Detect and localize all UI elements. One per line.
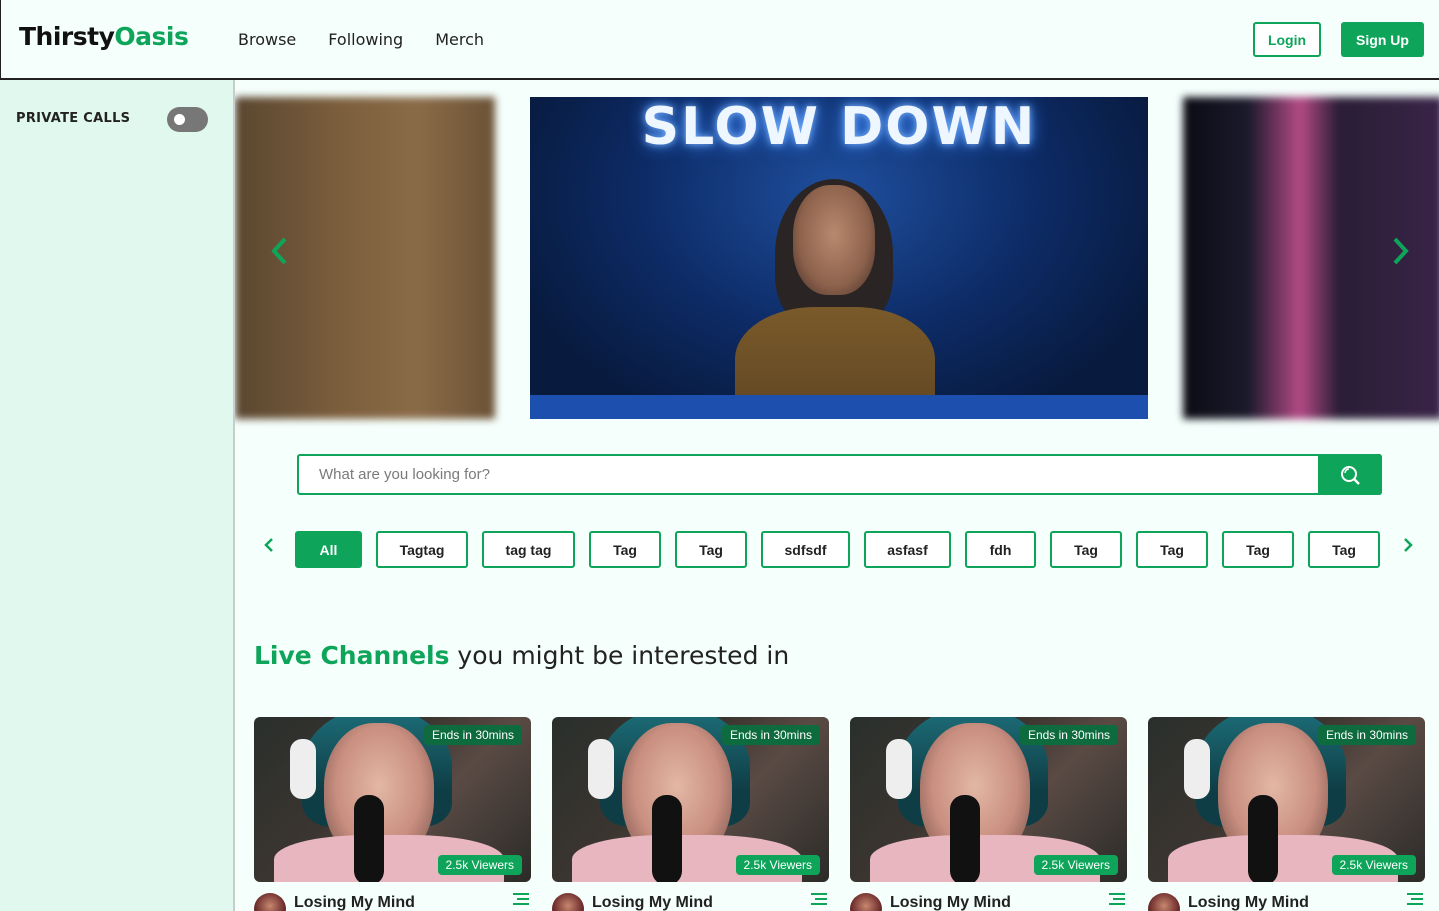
channel-title[interactable]: Losing My Mind (890, 894, 1011, 911)
viewers-badge: 2.5k Viewers (437, 855, 522, 875)
logo[interactable]: ThirstyOasis (19, 22, 189, 51)
search-input[interactable] (299, 456, 1319, 493)
viewers-badge: 2.5k Viewers (1033, 855, 1118, 875)
logo-part1: Thirsty (19, 22, 115, 51)
search-button[interactable] (1318, 454, 1382, 495)
channel-card[interactable]: Ends in 30mins 2.5k Viewers Losing My Mi… (552, 717, 829, 911)
logo-part2: Oasis (114, 22, 189, 51)
tag-item[interactable]: tag tag (482, 531, 575, 568)
tag-item[interactable]: asfasf (864, 531, 951, 568)
channel-title[interactable]: Losing My Mind (1188, 894, 1309, 911)
tag-item[interactable]: sdfsdf (761, 531, 850, 568)
tag-item[interactable]: fdh (965, 531, 1036, 568)
menu-icon[interactable] (1109, 892, 1125, 906)
thumb-headphone (588, 739, 614, 799)
section-title-rest: you might be interested in (449, 641, 790, 670)
nav-following[interactable]: Following (328, 30, 403, 49)
channel-thumbnail[interactable]: Ends in 30mins 2.5k Viewers (552, 717, 829, 882)
thumb-headphone (886, 739, 912, 799)
tag-item[interactable]: Tagtag (376, 531, 468, 568)
carousel-slide-current[interactable]: SLOW DOWN (530, 97, 1148, 419)
tag-item[interactable]: Tag (589, 531, 661, 568)
top-header: ThirstyOasis Browse Following Merch Logi… (0, 0, 1439, 80)
couch (530, 395, 1148, 419)
neon-sign-text: SLOW DOWN (641, 97, 1037, 157)
channel-card[interactable]: Ends in 30mins 2.5k Viewers Losing My Mi… (1148, 717, 1425, 911)
search-bar (297, 454, 1382, 495)
nav-browse[interactable]: Browse (238, 30, 296, 49)
channel-card[interactable]: Ends in 30mins 2.5k Viewers Losing My Mi… (850, 717, 1127, 911)
chevron-left-icon[interactable] (263, 535, 275, 561)
menu-icon[interactable] (1407, 892, 1423, 906)
thumb-mic (652, 795, 682, 882)
section-title-highlight: Live Channels (254, 641, 450, 670)
search-icon (1341, 465, 1360, 485)
streamer-face (793, 185, 875, 295)
thumb-mic (1248, 795, 1278, 882)
channel-thumbnail[interactable]: Ends in 30mins 2.5k Viewers (1148, 717, 1425, 882)
channel-card[interactable]: Ends in 30mins 2.5k Viewers Losing My Mi… (254, 717, 531, 911)
private-calls-toggle[interactable] (167, 107, 208, 132)
featured-carousel: SLOW DOWN (235, 80, 1439, 430)
nav-merch[interactable]: Merch (435, 30, 484, 49)
private-calls-label: PRIVATE CALLS (16, 111, 131, 126)
thumb-headphone (1184, 739, 1210, 799)
thumb-headphone (290, 739, 316, 799)
tag-item[interactable]: Tag (1050, 531, 1122, 568)
sidebar: PRIVATE CALLS (0, 80, 235, 911)
avatar[interactable] (254, 893, 286, 911)
chevron-right-icon[interactable] (1389, 236, 1413, 266)
tag-item[interactable]: Tag (1308, 531, 1380, 568)
section-title: Live Channels you might be interested in (254, 641, 789, 670)
channel-title[interactable]: Losing My Mind (592, 894, 713, 911)
ends-badge: Ends in 30mins (721, 725, 820, 745)
viewers-badge: 2.5k Viewers (735, 855, 820, 875)
card-meta: Losing My Mind (552, 882, 829, 911)
avatar[interactable] (552, 893, 584, 911)
avatar[interactable] (1148, 893, 1180, 911)
viewers-badge: 2.5k Viewers (1331, 855, 1416, 875)
tag-item[interactable]: Tag (675, 531, 747, 568)
menu-icon[interactable] (811, 892, 827, 906)
tag-item[interactable]: Tag (1222, 531, 1294, 568)
chevron-left-icon[interactable] (269, 236, 293, 266)
tags-row: All Tagtag tag tag Tag Tag sdfsdf asfasf… (0, 531, 1439, 568)
tag-all[interactable]: All (295, 531, 362, 568)
ends-badge: Ends in 30mins (1019, 725, 1118, 745)
channel-thumbnail[interactable]: Ends in 30mins 2.5k Viewers (254, 717, 531, 882)
chevron-right-icon[interactable] (1402, 535, 1414, 561)
ends-badge: Ends in 30mins (1317, 725, 1416, 745)
tag-item[interactable]: Tag (1136, 531, 1208, 568)
card-meta: Losing My Mind (850, 882, 1127, 911)
avatar[interactable] (850, 893, 882, 911)
thumb-mic (950, 795, 980, 882)
thumb-mic (354, 795, 384, 882)
signup-button[interactable]: Sign Up (1341, 22, 1424, 57)
ends-badge: Ends in 30mins (423, 725, 522, 745)
menu-icon[interactable] (513, 892, 529, 906)
login-button[interactable]: Login (1253, 22, 1321, 57)
channel-title[interactable]: Losing My Mind (294, 894, 415, 911)
card-meta: Losing My Mind (1148, 882, 1425, 911)
channel-thumbnail[interactable]: Ends in 30mins 2.5k Viewers (850, 717, 1127, 882)
card-meta: Losing My Mind (254, 882, 531, 911)
toggle-knob (174, 114, 185, 125)
main-nav: Browse Following Merch (238, 30, 484, 49)
